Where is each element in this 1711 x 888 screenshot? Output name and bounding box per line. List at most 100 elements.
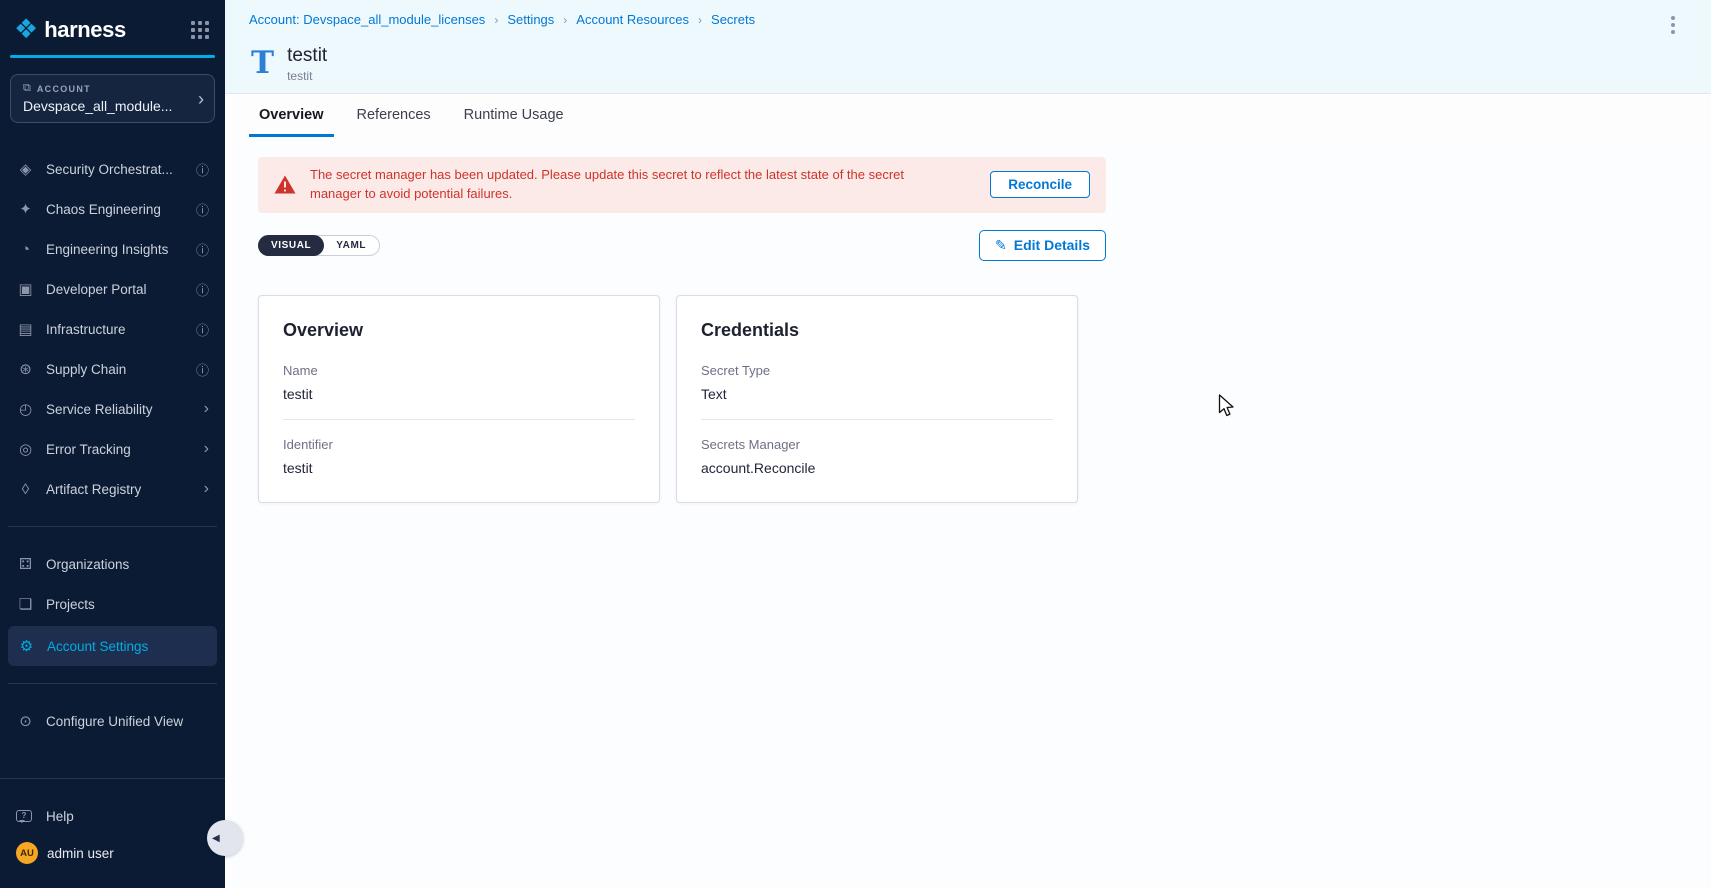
- secret-text-type-icon: T: [251, 50, 274, 78]
- user-name: admin user: [47, 846, 114, 861]
- secrets-manager-field-value: account.Reconcile: [701, 460, 1053, 476]
- chaos-engineering-icon: ✦: [16, 202, 35, 217]
- avatar: AU: [16, 842, 38, 864]
- account-cube-icon: ⧉: [23, 82, 31, 95]
- chevron-right-icon: ›: [204, 481, 209, 497]
- page-subtitle: testit: [287, 69, 327, 83]
- edit-details-button[interactable]: ✎ Edit Details: [979, 230, 1106, 261]
- kebab-menu-icon[interactable]: [1667, 12, 1679, 38]
- sidebar-item-error-tracking[interactable]: ◎ Error Tracking ›: [0, 429, 225, 469]
- toggle-yaml[interactable]: YAML: [323, 235, 379, 256]
- artifact-registry-icon: ◊: [16, 482, 35, 497]
- sidebar-item-supply-chain[interactable]: ⊛ Supply Chain ⓘ: [0, 349, 225, 389]
- warning-triangle-icon: [274, 175, 296, 194]
- sidebar-item-infrastructure[interactable]: ▤ Infrastructure ⓘ: [0, 309, 225, 349]
- page-header: Account: Devspace_all_module_licenses › …: [225, 0, 1711, 93]
- sidebar-item-label: Engineering Insights: [46, 242, 168, 257]
- user-menu[interactable]: AU admin user: [0, 836, 225, 870]
- toggle-visual[interactable]: VISUAL: [258, 235, 324, 256]
- logo-wordmark: harness: [44, 17, 126, 43]
- sidebar-item-label: Supply Chain: [46, 362, 126, 377]
- field-divider: [283, 419, 635, 420]
- sidebar-item-label: Help: [46, 809, 74, 824]
- name-field-value: testit: [283, 386, 635, 402]
- sidebar-item-help[interactable]: ? Help: [0, 796, 225, 836]
- sidebar-item-configure-unified-view[interactable]: ⊙ Configure Unified View: [0, 701, 225, 741]
- main-content: Account: Devspace_all_module_licenses › …: [225, 0, 1711, 888]
- tab-bar: Overview References Runtime Usage: [225, 93, 1711, 137]
- tab-runtime-usage[interactable]: Runtime Usage: [454, 94, 574, 137]
- tab-references[interactable]: References: [347, 94, 441, 137]
- sidebar-item-service-reliability[interactable]: ◴ Service Reliability ›: [0, 389, 225, 429]
- tab-overview[interactable]: Overview: [249, 94, 334, 137]
- breadcrumb-settings-link[interactable]: Settings: [507, 12, 554, 27]
- identifier-field-value: testit: [283, 460, 635, 476]
- info-icon[interactable]: ⓘ: [196, 160, 209, 179]
- chevron-right-icon: ›: [204, 401, 209, 417]
- breadcrumb-separator: ›: [494, 13, 498, 27]
- sidebar-item-label: Artifact Registry: [46, 482, 141, 497]
- sidebar-divider: [0, 778, 225, 779]
- breadcrumb-secrets-link[interactable]: Secrets: [711, 12, 755, 27]
- projects-icon: ❏: [16, 597, 35, 612]
- account-scope-label: ACCOUNT: [37, 84, 91, 94]
- sidebar-item-developer-portal[interactable]: ▣ Developer Portal ⓘ: [0, 269, 225, 309]
- breadcrumb-account-link[interactable]: Account: Devspace_all_module_licenses: [249, 12, 485, 27]
- sidebar-divider: [8, 526, 217, 527]
- sidebar-collapse-handle[interactable]: ◀: [207, 820, 243, 856]
- chevron-right-icon: ›: [198, 90, 204, 108]
- secrets-manager-field-label: Secrets Manager: [701, 437, 1053, 452]
- error-tracking-icon: ◎: [16, 442, 35, 457]
- overview-card: Overview Name testit Identifier testit: [258, 295, 660, 503]
- reconcile-button[interactable]: Reconcile: [990, 171, 1090, 198]
- accent-divider: [10, 55, 215, 58]
- sidebar-item-label: Infrastructure: [46, 322, 126, 337]
- harness-logo-icon: ❖: [14, 16, 38, 43]
- module-nav: ◈ Security Orchestrat... ⓘ ✦ Chaos Engin…: [0, 149, 225, 509]
- info-icon[interactable]: ⓘ: [196, 320, 209, 339]
- sidebar-divider: [8, 683, 217, 684]
- sidebar-item-projects[interactable]: ❏ Projects: [0, 584, 225, 624]
- infrastructure-icon: ▤: [16, 322, 35, 337]
- credentials-card-title: Credentials: [701, 320, 1053, 341]
- secret-manager-warning-banner: The secret manager has been updated. Ple…: [258, 157, 1106, 213]
- info-icon[interactable]: ⓘ: [196, 200, 209, 219]
- sidebar-item-engineering-insights[interactable]: ◔ Engineering Insights ⓘ: [0, 229, 225, 269]
- harness-logo[interactable]: ❖ harness: [14, 16, 126, 43]
- settings-gear-icon: ⚙: [17, 639, 36, 654]
- supply-chain-icon: ⊛: [16, 362, 35, 377]
- module-grid-icon[interactable]: [191, 21, 209, 39]
- sidebar-item-artifact-registry[interactable]: ◊ Artifact Registry ›: [0, 469, 225, 509]
- visual-yaml-toggle: VISUAL YAML: [258, 235, 380, 256]
- breadcrumb-account-resources-link[interactable]: Account Resources: [576, 12, 689, 27]
- field-divider: [701, 419, 1053, 420]
- sidebar-item-security-orchestration[interactable]: ◈ Security Orchestrat... ⓘ: [0, 149, 225, 189]
- info-icon[interactable]: ⓘ: [196, 240, 209, 259]
- sidebar-item-label: Error Tracking: [46, 442, 131, 457]
- security-orchestration-icon: ◈: [16, 162, 35, 177]
- breadcrumb: Account: Devspace_all_module_licenses › …: [249, 12, 755, 27]
- sidebar-item-label: Account Settings: [47, 639, 148, 654]
- account-selector[interactable]: ⧉ ACCOUNT Devspace_all_module... ›: [10, 74, 215, 123]
- engineering-insights-icon: ◔: [16, 242, 35, 257]
- sidebar-item-label: Chaos Engineering: [46, 202, 161, 217]
- secret-type-field-label: Secret Type: [701, 363, 1053, 378]
- name-field-label: Name: [283, 363, 635, 378]
- edit-details-label: Edit Details: [1014, 237, 1090, 253]
- sidebar-item-account-settings[interactable]: ⚙ Account Settings: [8, 626, 217, 666]
- developer-portal-icon: ▣: [16, 282, 35, 297]
- sidebar-item-organizations[interactable]: ⚃ Organizations: [0, 544, 225, 584]
- info-icon[interactable]: ⓘ: [196, 360, 209, 379]
- sidebar-item-label: Developer Portal: [46, 282, 147, 297]
- warning-message: The secret manager has been updated. Ple…: [310, 166, 925, 204]
- sidebar-item-label: Configure Unified View: [46, 714, 183, 729]
- sidebar-item-chaos-engineering[interactable]: ✦ Chaos Engineering ⓘ: [0, 189, 225, 229]
- overview-card-title: Overview: [283, 320, 635, 341]
- info-icon[interactable]: ⓘ: [196, 280, 209, 299]
- detail-cards: Overview Name testit Identifier testit C…: [258, 295, 1106, 503]
- pencil-icon: ✎: [995, 237, 1007, 254]
- chevron-right-icon: ›: [204, 441, 209, 457]
- toolbar-row: VISUAL YAML ✎ Edit Details: [258, 230, 1106, 261]
- sidebar-item-label: Projects: [46, 597, 95, 612]
- breadcrumb-separator: ›: [563, 13, 567, 27]
